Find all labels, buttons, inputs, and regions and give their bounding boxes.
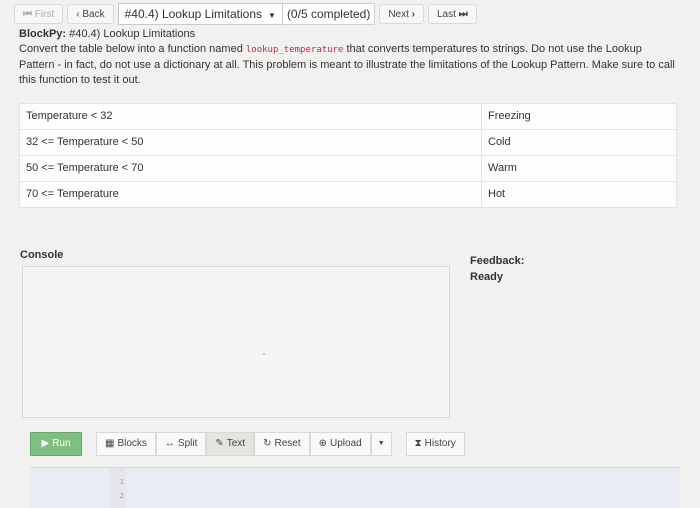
caret-down-icon: ▼ <box>377 440 385 447</box>
split-icon: ↔ <box>164 438 175 449</box>
next-button[interactable]: Next › <box>379 4 424 24</box>
chevron-right-icon: › <box>411 9 415 20</box>
result-cell: Warm <box>488 162 517 174</box>
caret-down-icon: ▼ <box>268 11 276 20</box>
play-icon: ▶ <box>41 438 50 449</box>
table-row: 50 <= Temperature < 70 Warm <box>20 156 676 182</box>
split-button[interactable]: ↔ Split <box>155 432 207 456</box>
function-name-code: lookup_temperature <box>245 45 344 55</box>
first-button[interactable]: ⏮ First <box>14 4 64 24</box>
line-number: 2 <box>119 492 124 500</box>
console-dot <box>263 353 265 355</box>
problem-description: Convert the table below into a function … <box>19 43 675 86</box>
problem-title: BlockPy: #40.4) Lookup Limitations <box>19 28 196 40</box>
console-output[interactable] <box>22 266 450 418</box>
back-button[interactable]: ‹ Back <box>67 4 114 24</box>
last-page-icon: ⏭ <box>458 9 468 20</box>
refresh-icon: ↻ <box>263 438 272 449</box>
table-row: Temperature < 32 Freezing <box>20 104 676 130</box>
pencil-icon: ✎ <box>215 438 224 449</box>
problem-select[interactable]: #40.4) Lookup Limitations ▼ <box>117 3 283 25</box>
feedback-label: Feedback: <box>470 255 525 267</box>
result-cell: Cold <box>488 136 511 148</box>
upload-button[interactable]: ⊕ Upload <box>309 432 371 456</box>
feedback-panel: Feedback: Ready <box>470 253 524 285</box>
completion-status: (0/5 completed) <box>282 3 376 25</box>
condition-cell: Temperature < 32 <box>20 104 482 129</box>
line-number: 1 <box>119 478 124 486</box>
condition-cell: 70 <= Temperature <box>20 182 482 207</box>
result-cell: Hot <box>488 188 506 200</box>
condition-cell: 32 <= Temperature < 50 <box>20 130 482 155</box>
first-page-icon: ⏮ <box>23 9 32 20</box>
blocks-button[interactable]: ▦ Blocks <box>96 432 156 456</box>
problem-header: BlockPy: #40.4) Lookup Limitations Conve… <box>19 27 679 88</box>
last-button[interactable]: Last ⏭ <box>428 4 477 24</box>
blocks-icon: ▦ <box>105 438 115 449</box>
temperature-table: Temperature < 32 Freezing 32 <= Temperat… <box>19 103 677 208</box>
table-row: 32 <= Temperature < 50 Cold <box>20 130 676 156</box>
table-row: 70 <= Temperature Hot <box>20 182 676 207</box>
condition-cell: 50 <= Temperature < 70 <box>20 156 482 181</box>
code-editor[interactable]: 1 2 <box>30 467 680 508</box>
line-number-gutter: 1 2 <box>110 468 126 508</box>
history-button[interactable]: ⧗ History <box>405 432 465 456</box>
reset-button[interactable]: ↻ Reset <box>254 432 310 456</box>
console-label: Console <box>20 249 64 261</box>
upload-icon: ⊕ <box>318 438 327 449</box>
problem-navigation: ⏮ First ‹ Back #40.4) Lookup Limitations… <box>14 3 481 25</box>
editor-toolbar: ▶ Run ▦ Blocks ↔ Split ✎ Text ↻ Reset ⊕ … <box>30 432 465 456</box>
upload-dropdown-button[interactable]: ▼ <box>370 432 392 456</box>
hourglass-icon: ⧗ <box>414 438 422 449</box>
run-button[interactable]: ▶ Run <box>30 432 82 456</box>
result-cell: Freezing <box>488 110 531 122</box>
chevron-left-icon: ‹ <box>76 9 80 20</box>
text-button[interactable]: ✎ Text <box>206 432 255 456</box>
feedback-status: Ready <box>470 271 504 283</box>
